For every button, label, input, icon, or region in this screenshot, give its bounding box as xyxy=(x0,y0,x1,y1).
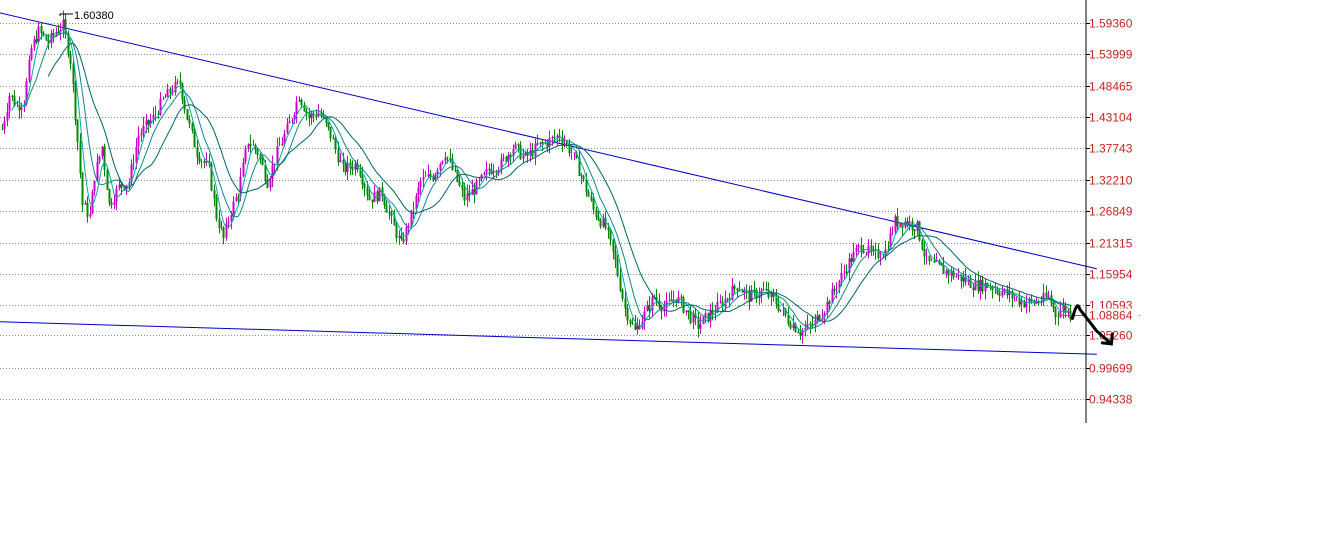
trendlines xyxy=(0,12,1097,355)
y-tick-label: 1.43104 xyxy=(1089,111,1133,125)
price-chart: 1.59360 1.53999 1.48465 1.43104 1.37743 1.322… xyxy=(0,0,1140,423)
y-tick-label: 1.48465 xyxy=(1089,80,1133,94)
grid-lines xyxy=(0,23,1086,400)
y-tick-label: 1.21315 xyxy=(1089,237,1133,251)
current-price-label: 1.08864 xyxy=(1089,309,1133,323)
y-tick-label: 0.94338 xyxy=(1089,393,1133,407)
y-tick-label: 0.99699 xyxy=(1089,362,1133,376)
y-tick-label: 1.32210 xyxy=(1089,174,1133,188)
trendline-upper xyxy=(0,12,1097,270)
y-tick-label: 1.37743 xyxy=(1089,142,1133,156)
y-tick-label: 1.26849 xyxy=(1089,205,1133,219)
price-axis: 1.59360 1.53999 1.48465 1.43104 1.37743 1.322… xyxy=(1085,0,1133,423)
peak-pointer-icon xyxy=(59,13,73,16)
candlesticks xyxy=(1,10,1072,344)
ma-20-line xyxy=(47,42,1071,323)
peak-label: 1.60380 xyxy=(74,10,114,22)
y-tick-label: 1.15954 xyxy=(1089,268,1133,282)
trendline-lower xyxy=(0,321,1097,355)
y-tick-label: 1.59360 xyxy=(1089,17,1133,31)
y-tick-label: 1.53999 xyxy=(1089,48,1133,62)
peak-annotation: 1.60380 xyxy=(59,10,114,22)
